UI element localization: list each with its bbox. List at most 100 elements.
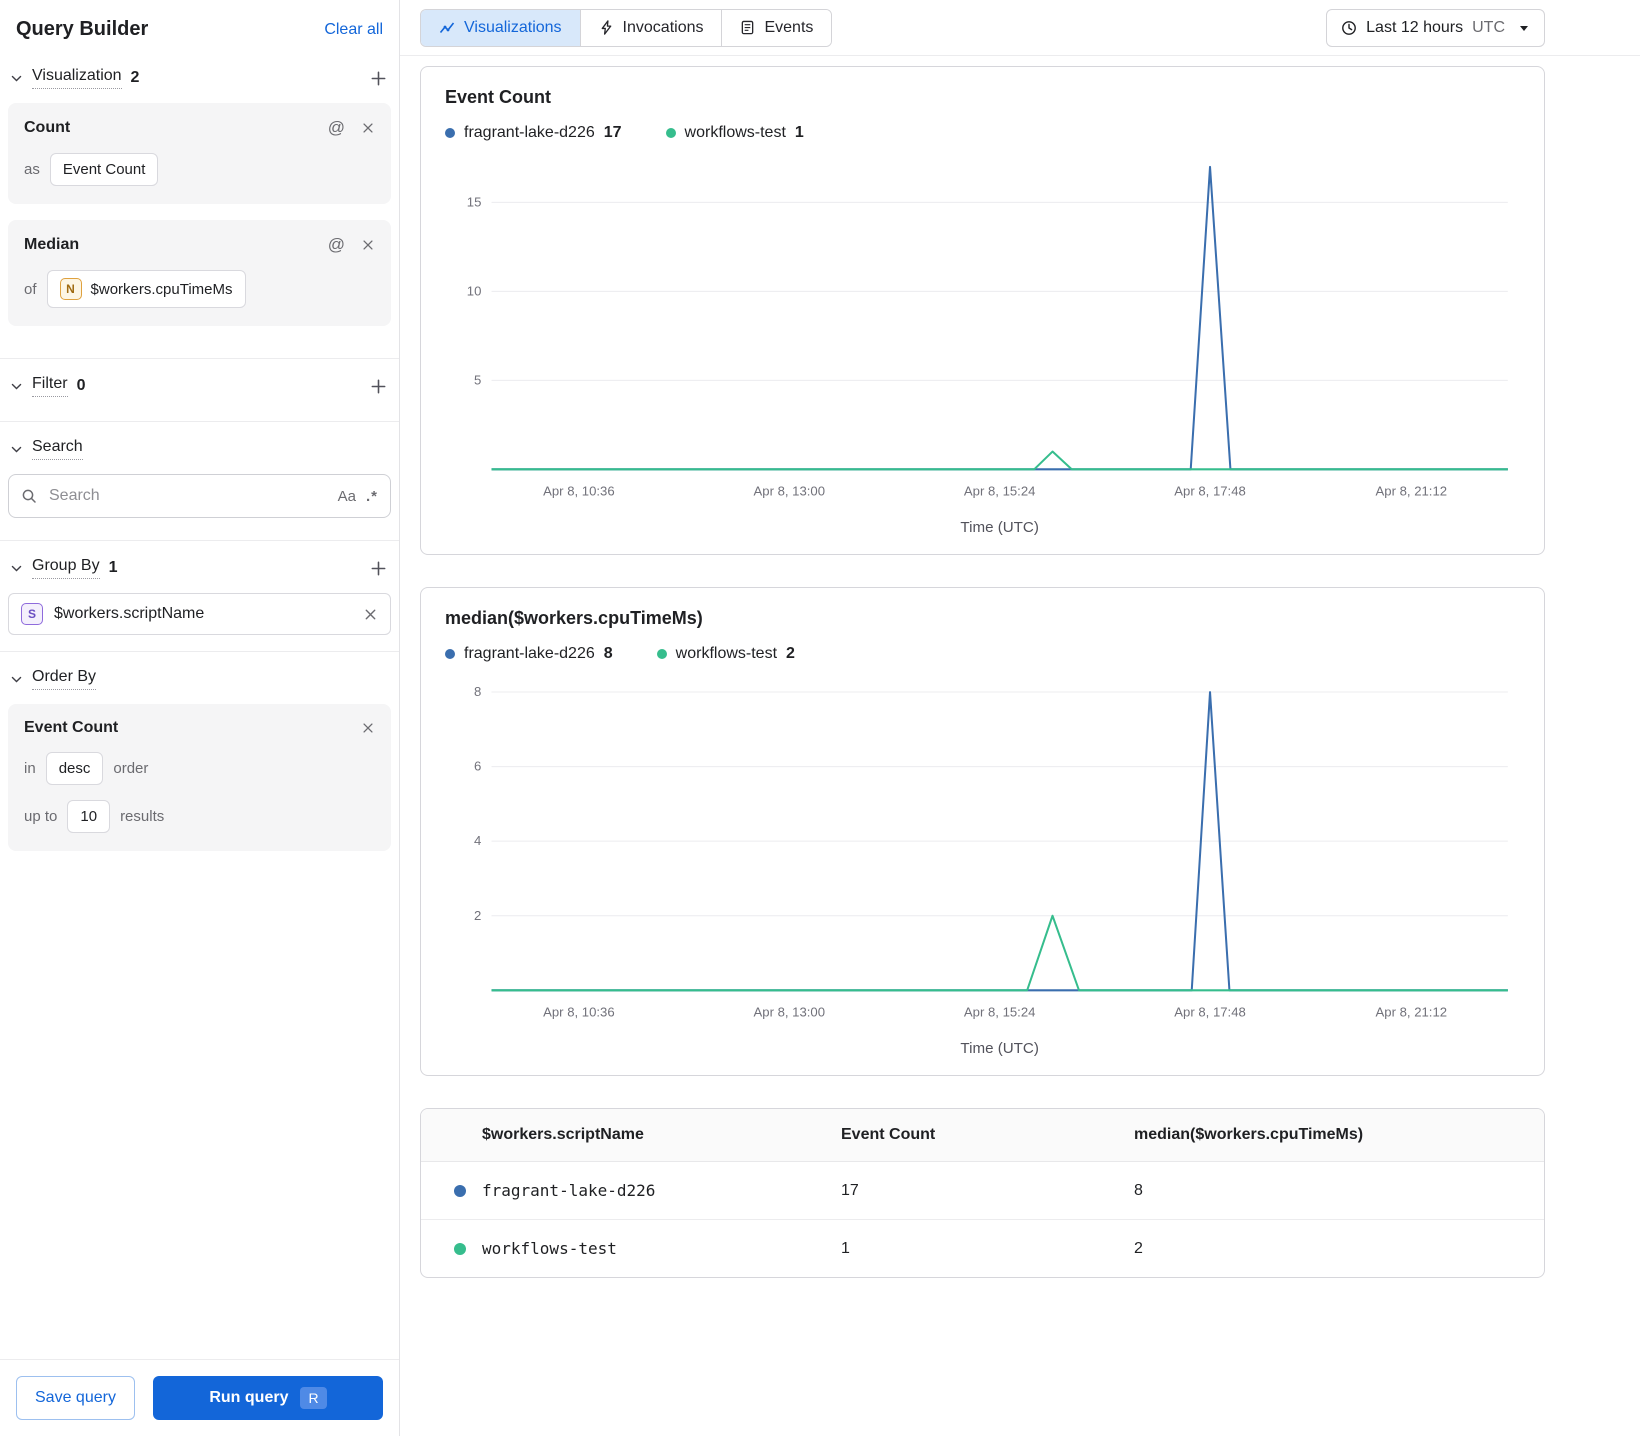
svg-text:Time (UTC): Time (UTC)	[960, 519, 1038, 536]
column-header-median: median($workers.cpuTimeMs)	[1122, 1109, 1544, 1163]
events-doc-icon	[740, 20, 755, 35]
legend-name: fragrant-lake-d226	[464, 124, 595, 141]
chevron-down-icon[interactable]	[10, 380, 23, 393]
legend-name: fragrant-lake-d226	[464, 645, 595, 663]
tab-visualizations[interactable]: Visualizations	[421, 9, 580, 46]
group-by-item[interactable]: S $workers.scriptName	[8, 593, 391, 635]
count-card-title: Count	[24, 119, 71, 136]
time-range-label: Last 12 hours	[1366, 18, 1464, 36]
search-section: Search Aa .*	[0, 422, 399, 541]
table-row: workflows-test 1 2	[421, 1220, 1544, 1278]
sidebar-content: Query Builder Clear all Visualization 2	[0, 0, 399, 883]
lightning-icon	[599, 20, 614, 35]
group-by-count: 1	[108, 559, 118, 576]
visualization-card-median: Median @ of N $workers.cpuTimeMs	[8, 220, 391, 326]
svg-text:Apr 8, 21:12: Apr 8, 21:12	[1376, 1005, 1448, 1020]
svg-text:Apr 8, 15:24: Apr 8, 15:24	[964, 1005, 1036, 1020]
add-group-by-button[interactable]	[368, 558, 389, 579]
limit-input[interactable]: 10	[67, 800, 111, 833]
median-cputime-line-chart: 2 4 6 8 Apr 8, 10:36 Apr 8, 13:00 Apr 8, 15:24…	[445, 665, 1520, 1069]
tab-events[interactable]: Events	[721, 9, 832, 46]
search-icon	[21, 488, 37, 504]
save-query-button[interactable]: Save query	[16, 1376, 135, 1420]
upto-label: up to	[24, 808, 58, 825]
at-icon[interactable]: @	[328, 118, 345, 138]
svg-text:15: 15	[467, 194, 482, 209]
tab-label: Invocations	[622, 18, 704, 36]
regex-icon[interactable]: .*	[366, 488, 378, 505]
chart-title: Event Count	[445, 87, 551, 107]
results-table-card: $workers.scriptName Event Count median($…	[420, 1108, 1545, 1279]
sort-direction-select[interactable]: desc	[45, 752, 104, 785]
column-header-event-count: Event Count	[829, 1109, 1122, 1163]
time-zone-label: UTC	[1472, 18, 1505, 36]
number-type-icon: N	[59, 278, 82, 300]
legend-value: 1	[794, 124, 804, 141]
close-icon[interactable]	[361, 721, 375, 735]
svg-text:Apr 8, 10:36: Apr 8, 10:36	[543, 484, 615, 499]
svg-text:4: 4	[474, 833, 481, 848]
view-tabs: Visualizations Invocations Events	[420, 8, 833, 47]
chevron-down-icon[interactable]	[10, 443, 23, 456]
results-table: $workers.scriptName Event Count median($…	[421, 1109, 1544, 1277]
median-value: 2	[1134, 1239, 1143, 1257]
filter-section: Filter 0	[0, 359, 399, 422]
run-query-label: Run query	[209, 1389, 289, 1406]
string-type-icon: S	[21, 603, 43, 625]
search-label: Search	[32, 438, 83, 460]
chevron-down-icon[interactable]	[10, 562, 23, 575]
at-icon[interactable]: @	[328, 235, 345, 255]
visualization-card-count: Count @ as Event Count	[8, 103, 391, 204]
svg-text:Apr 8, 13:00: Apr 8, 13:00	[754, 484, 826, 499]
legend-dot	[656, 649, 667, 660]
add-visualization-button[interactable]	[368, 68, 389, 89]
series-dot	[454, 1184, 466, 1197]
keyboard-shortcut-badge: R	[300, 1387, 327, 1409]
chart-legend: fragrant-lake-d226 17 workflows-test 1	[445, 124, 1520, 142]
close-icon[interactable]	[363, 607, 378, 622]
chart-legend: fragrant-lake-d226 8 workflows-test 2	[445, 645, 1520, 663]
median-field-name: $workers.cpuTimeMs	[90, 280, 233, 298]
legend-item[interactable]: workflows-test 1	[665, 124, 804, 142]
event-count-value: 17	[829, 1161, 1122, 1221]
time-range-select[interactable]: Last 12 hours UTC	[1326, 8, 1545, 47]
svg-text:6: 6	[474, 759, 481, 774]
median-value: 8	[1122, 1161, 1544, 1221]
match-case-icon[interactable]: Aa	[338, 488, 356, 505]
in-label: in	[24, 760, 36, 777]
legend-name: workflows-test	[675, 645, 778, 663]
svg-text:10: 10	[467, 283, 482, 298]
chevron-down-icon[interactable]	[10, 673, 23, 686]
visualization-label: Visualization	[32, 67, 122, 89]
close-icon[interactable]	[361, 121, 375, 135]
table-row: fragrant-lake-d226 17 8	[421, 1161, 1544, 1221]
median-field-value[interactable]: N $workers.cpuTimeMs	[46, 270, 246, 308]
legend-dot	[665, 128, 676, 138]
legend-value: 8	[603, 645, 613, 663]
legend-item[interactable]: workflows-test 2	[656, 645, 795, 663]
app-root: Query Builder Clear all Visualization 2	[0, 0, 1640, 1436]
main-content: Event Count fragrant-lake-d226 17 workfl…	[400, 56, 1545, 1302]
add-filter-button[interactable]	[368, 376, 389, 397]
run-query-button[interactable]: Run query R	[152, 1376, 383, 1420]
legend-item[interactable]: fragrant-lake-d226 17	[445, 124, 622, 142]
group-by-field-name: $workers.scriptName	[54, 605, 205, 622]
legend-item[interactable]: fragrant-lake-d226 8	[445, 645, 613, 663]
event-count-chart-card: Event Count fragrant-lake-d226 17 workfl…	[420, 66, 1545, 556]
close-icon[interactable]	[361, 238, 375, 252]
column-header-scriptname: $workers.scriptName	[421, 1109, 829, 1163]
visualization-section: Visualization 2 Count @ as Event Count M…	[0, 51, 399, 359]
alias-value[interactable]: Event Count	[49, 153, 159, 186]
svg-text:Time (UTC): Time (UTC)	[960, 1040, 1038, 1057]
script-name: workflows-test	[482, 1239, 617, 1259]
of-label: of	[24, 280, 37, 298]
order-label: order	[113, 760, 149, 777]
tab-invocations[interactable]: Invocations	[579, 9, 722, 46]
chart-line-icon	[439, 20, 455, 36]
search-input[interactable]	[47, 486, 328, 506]
series-dot	[454, 1242, 466, 1255]
chevron-down-icon[interactable]	[10, 72, 23, 85]
clear-all-link[interactable]: Clear all	[324, 21, 383, 39]
chart-title: median($workers.cpuTimeMs)	[445, 608, 703, 629]
event-count-value: 1	[841, 1239, 850, 1257]
